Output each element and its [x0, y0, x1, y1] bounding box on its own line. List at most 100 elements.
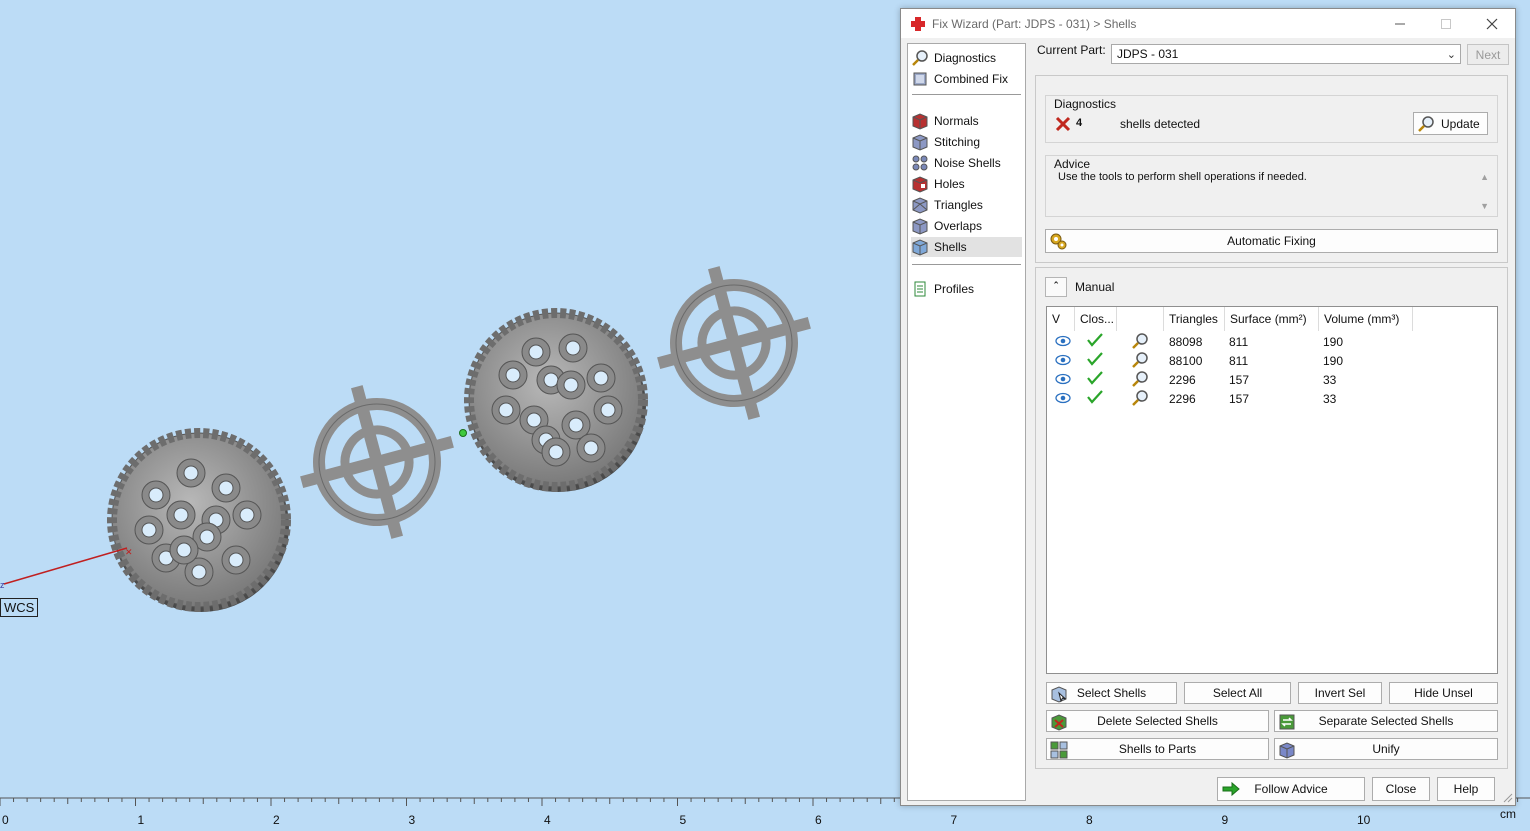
nav-item-combined-fix[interactable]: Combined Fix [911, 69, 1022, 89]
unify-label: Unify [1372, 742, 1400, 756]
close-window-button[interactable] [1469, 9, 1515, 38]
nav-item-stitching[interactable]: Stitching [911, 132, 1022, 152]
cross-target-part-1 [281, 366, 472, 557]
nav-label-normals: Normals [934, 114, 979, 128]
window-title: Fix Wizard (Part: JDPS - 031) > Shells [932, 16, 1137, 31]
next-button[interactable]: Next [1467, 44, 1509, 65]
shells-to-parts-icon [1050, 741, 1068, 759]
advice-text: Use the tools to perform shell operation… [1058, 171, 1307, 183]
nav-item-profiles[interactable]: Profiles [911, 279, 1022, 299]
nav-label-triangles: Triangles [934, 198, 983, 212]
maximize-button[interactable] [1423, 9, 1469, 38]
wizard-nav-panel: Diagnostics Combined Fix Normals Stitchi… [907, 43, 1026, 801]
nav-label-noise-shells: Noise Shells [934, 156, 1001, 170]
close-icon [1486, 18, 1498, 29]
shells-cube-icon [912, 239, 928, 256]
column-header-visible[interactable]: V [1047, 307, 1075, 331]
collapse-manual-button[interactable]: ˆ [1045, 277, 1067, 297]
svg-text:✕: ✕ [125, 547, 133, 557]
nav-item-overlaps[interactable]: Overlaps [911, 216, 1022, 236]
triangles-cell: 2296 [1169, 392, 1196, 406]
help-button[interactable]: Help [1437, 777, 1495, 801]
ruler-tick-label: 3 [408, 813, 416, 827]
noise-shells-icon [912, 155, 928, 171]
advice-group: Advice Use the tools to perform shell op… [1045, 155, 1498, 217]
column-header-inspect[interactable] [1117, 307, 1164, 331]
automatic-fixing-button[interactable]: Automatic Fixing [1045, 229, 1498, 253]
nav-label-stitching: Stitching [934, 135, 981, 149]
magnifier-icon[interactable] [1131, 351, 1149, 369]
chevron-down-icon: ⌄ [1446, 49, 1456, 61]
select-shells-button[interactable]: Select Shells [1046, 682, 1177, 704]
column-header-surface[interactable]: Surface (mm²) [1225, 307, 1319, 331]
update-button-label: Update [1441, 116, 1480, 131]
invert-sel-button[interactable]: Invert Sel [1298, 682, 1382, 704]
ruler-tick-label: 0 [2, 813, 9, 827]
titlebar[interactable]: Fix Wizard (Part: JDPS - 031) > Shells [901, 9, 1515, 38]
surface-cell: 811 [1229, 354, 1249, 368]
shells-to-parts-button[interactable]: Shells to Parts [1046, 738, 1269, 760]
magnifier-icon[interactable] [1131, 332, 1149, 350]
gear-disc-part-1 [107, 428, 291, 612]
table-row[interactable]: 88098 811 190 [1047, 332, 1497, 351]
table-row[interactable]: 2296 157 33 [1047, 389, 1497, 408]
shell-count: 4 [1076, 117, 1083, 129]
nav-label-combined-fix: Combined Fix [934, 72, 1009, 86]
nav-item-normals[interactable]: Normals [911, 111, 1022, 131]
manual-section: ˆ Manual V Clos... Triangles Surface (mm… [1035, 267, 1508, 769]
eye-icon[interactable] [1055, 373, 1071, 385]
profiles-document-icon [914, 281, 926, 297]
ruler-tick-label: 10 [1357, 813, 1371, 827]
column-header-closed[interactable]: Clos... [1075, 307, 1117, 331]
close-button[interactable]: Close [1372, 777, 1430, 801]
follow-advice-label: Follow Advice [1254, 782, 1328, 796]
gears-icon [1050, 233, 1067, 250]
column-header-triangles[interactable]: Triangles [1164, 307, 1225, 331]
unify-button[interactable]: Unify [1274, 738, 1498, 760]
table-row[interactable]: 88100 811 190 [1047, 351, 1497, 370]
ruler-unit-label: cm [1500, 807, 1516, 821]
eye-icon[interactable] [1055, 335, 1071, 347]
nav-item-diagnostics[interactable]: Diagnostics [911, 48, 1022, 68]
checkmark-icon [1087, 352, 1103, 366]
column-header-volume[interactable]: Volume (mm³) [1319, 307, 1413, 331]
hide-unsel-button[interactable]: Hide Unsel [1389, 682, 1498, 704]
delete-selected-shells-button[interactable]: Delete Selected Shells [1046, 710, 1269, 732]
combined-fix-icon [913, 72, 927, 86]
diagnostics-group-title: Diagnostics [1054, 97, 1117, 111]
triangles-cell: 88100 [1169, 354, 1203, 368]
separate-selected-shells-label: Separate Selected Shells [1318, 714, 1454, 728]
triangles-cell: 88098 [1169, 335, 1203, 349]
wcs-x-axis [3, 547, 128, 585]
nav-label-profiles: Profiles [934, 282, 975, 296]
magnifier-icon[interactable] [1131, 370, 1149, 388]
volume-cell: 190 [1323, 335, 1344, 349]
separate-shells-icon [1279, 714, 1295, 730]
nav-item-shells[interactable]: Shells [911, 237, 1022, 257]
scroll-up-arrow-icon[interactable]: ▲ [1480, 172, 1489, 182]
delete-cube-icon [1051, 714, 1067, 731]
ruler-tick-label: 7 [950, 813, 958, 827]
follow-advice-button[interactable]: Follow Advice [1217, 777, 1365, 801]
overlaps-cube-icon [912, 218, 928, 235]
update-button[interactable]: Update [1413, 112, 1488, 135]
scroll-down-arrow-icon[interactable]: ▼ [1480, 201, 1489, 211]
nav-item-holes[interactable]: Holes [911, 174, 1022, 194]
table-row[interactable]: 2296 157 33 [1047, 370, 1497, 389]
checkmark-icon [1087, 390, 1103, 404]
eye-icon[interactable] [1055, 354, 1071, 366]
separate-selected-shells-button[interactable]: Separate Selected Shells [1274, 710, 1498, 732]
nav-item-triangles[interactable]: Triangles [911, 195, 1022, 215]
shells-table[interactable]: V Clos... Triangles Surface (mm²) Volume… [1046, 306, 1498, 674]
select-shells-label: Select Shells [1076, 686, 1147, 700]
current-part-select[interactable]: JDPS - 031 ⌄ [1111, 44, 1461, 64]
resize-grip-icon[interactable] [1503, 793, 1513, 803]
nav-item-noise-shells[interactable]: Noise Shells [911, 153, 1022, 173]
ruler-tick-label: 9 [1221, 813, 1229, 827]
minimize-button[interactable] [1377, 9, 1423, 38]
delete-selected-shells-label: Delete Selected Shells [1097, 714, 1218, 728]
select-all-button[interactable]: Select All [1184, 682, 1291, 704]
eye-icon[interactable] [1055, 392, 1071, 404]
magnifier-icon[interactable] [1131, 389, 1149, 407]
advice-group-title: Advice [1054, 157, 1091, 171]
